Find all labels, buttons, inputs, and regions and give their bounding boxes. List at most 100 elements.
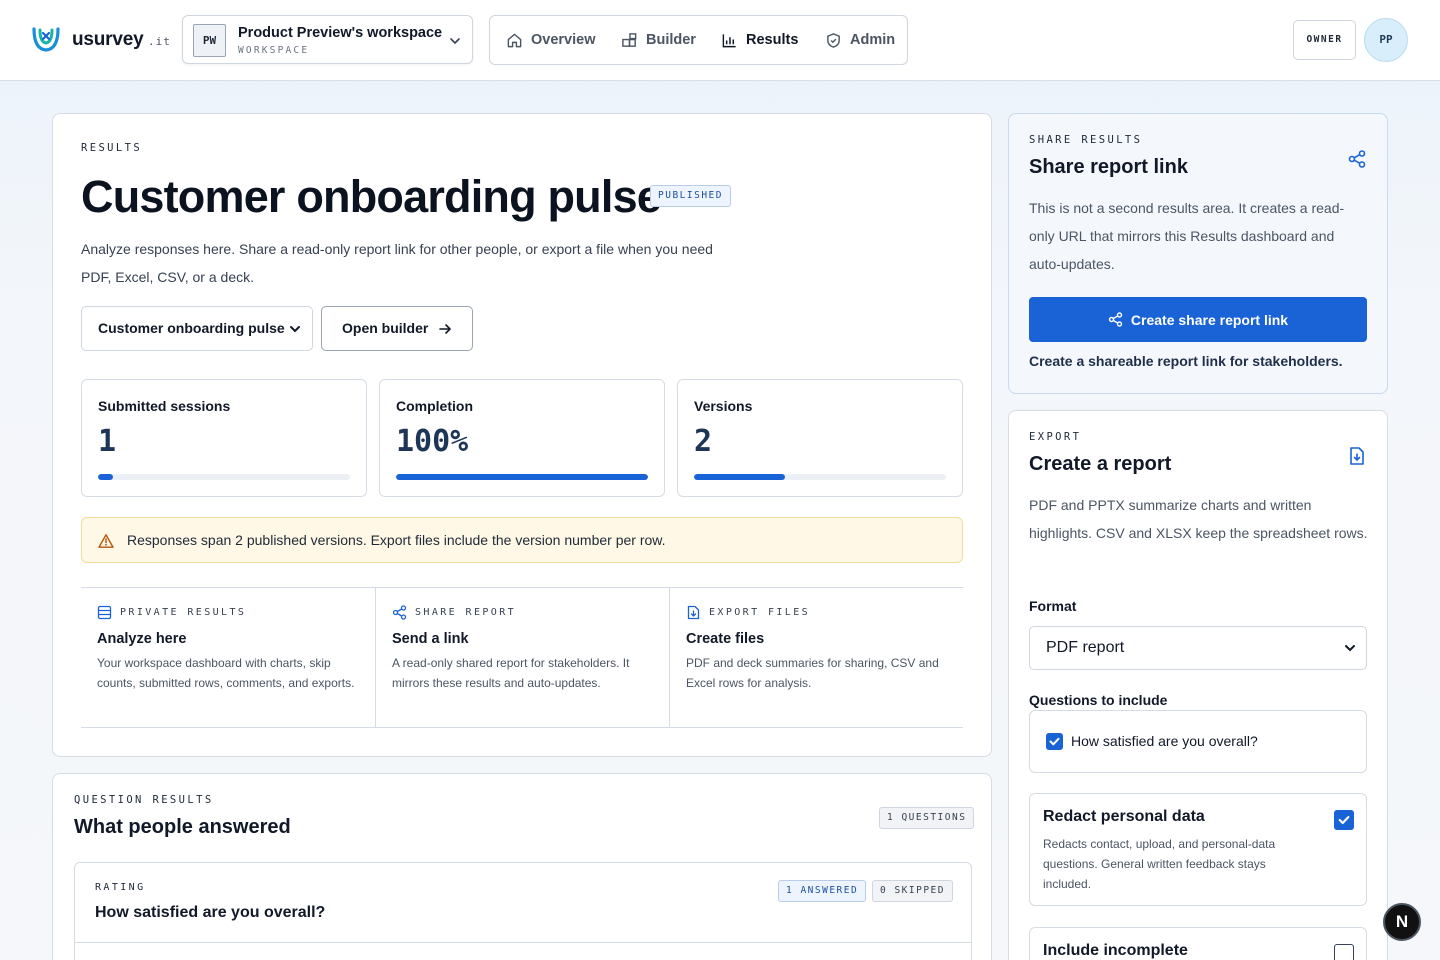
check-icon bbox=[1338, 816, 1350, 825]
guide-desc: Your workspace dashboard with charts, sk… bbox=[97, 656, 355, 690]
user-avatar[interactable]: PP bbox=[1364, 18, 1408, 62]
file-download-icon bbox=[687, 605, 700, 620]
open-builder-label: Open builder bbox=[342, 320, 429, 336]
survey-select[interactable]: Customer onboarding pulse bbox=[81, 306, 313, 351]
redact-checkbox[interactable] bbox=[1334, 810, 1354, 830]
workspace-label: WORKSPACE bbox=[238, 45, 310, 56]
redact-title: Redact personal data bbox=[1043, 808, 1205, 825]
dev-tools-badge[interactable]: N bbox=[1383, 903, 1421, 941]
questions-label: Questions to include bbox=[1029, 692, 1168, 708]
guide-export-files: EXPORT FILES Create files PDF and deck s… bbox=[669, 588, 963, 727]
guide-private-results: PRIVATE RESULTS Analyze here Your worksp… bbox=[81, 588, 375, 727]
format-select-value: PDF report bbox=[1046, 639, 1125, 656]
guide-desc: A read-only shared report for stakeholde… bbox=[392, 656, 630, 690]
guide-eyebrow-text: SHARE REPORT bbox=[415, 607, 517, 618]
shield-icon bbox=[827, 32, 840, 48]
questions-list: How satisfied are you overall? bbox=[1029, 710, 1367, 773]
brand-name[interactable]: usurvey bbox=[72, 29, 144, 51]
export-eyebrow: EXPORT bbox=[1029, 431, 1082, 443]
results-card: RESULTS Customer onboarding pulse PUBLIS… bbox=[52, 113, 992, 757]
survey-select-value: Customer onboarding pulse bbox=[98, 320, 285, 336]
create-share-link-label: Create share report link bbox=[1130, 311, 1289, 328]
check-icon bbox=[1049, 737, 1060, 746]
format-select[interactable]: PDF report bbox=[1029, 626, 1367, 670]
incomplete-title: Include incomplete bbox=[1043, 942, 1188, 959]
incomplete-checkbox[interactable] bbox=[1334, 944, 1354, 960]
brand-tld: .it bbox=[148, 35, 171, 48]
workspace-switcher[interactable]: PW Product Preview's workspace WORKSPACE bbox=[182, 15, 473, 64]
redact-desc: Redacts contact, upload, and personal-da… bbox=[1043, 837, 1276, 891]
question-title: How satisfied are you overall? bbox=[95, 904, 326, 921]
stat-value: 100% bbox=[396, 424, 469, 459]
question-checkbox[interactable] bbox=[1046, 733, 1063, 750]
warning-text: Responses span 2 published versions. Exp… bbox=[127, 532, 666, 548]
guide-eyebrow: PRIVATE RESULTS bbox=[97, 605, 246, 620]
results-description: Analyze responses here. Share a read-onl… bbox=[81, 241, 713, 285]
question-results-card: QUESTION RESULTS What people answered 1 … bbox=[52, 773, 992, 960]
guide-title: Create files bbox=[686, 631, 765, 647]
main-nav: Overview Builder Results Admin bbox=[489, 15, 908, 65]
page-title: Customer onboarding pulse bbox=[81, 171, 662, 222]
workspace-name: Product Preview's workspace bbox=[238, 25, 443, 41]
stat-card-versions: Versions 2 bbox=[677, 379, 963, 497]
nav-builder-label: Builder bbox=[646, 32, 696, 48]
export-description: PDF and PPTX summarize charts and writte… bbox=[1029, 497, 1368, 541]
stat-card-sessions: Submitted sessions 1 bbox=[81, 379, 367, 497]
workspace-initials: PW bbox=[193, 24, 226, 57]
question-results-title: What people answered bbox=[74, 816, 291, 838]
stat-progress-track bbox=[98, 474, 350, 480]
export-title: Create a report bbox=[1029, 453, 1172, 475]
nav-overview-label: Overview bbox=[531, 32, 596, 48]
bar-chart-icon bbox=[722, 33, 736, 47]
stat-progress-track bbox=[396, 474, 648, 480]
stat-value: 1 bbox=[98, 424, 117, 459]
divider bbox=[75, 942, 971, 943]
open-builder-button[interactable]: Open builder bbox=[321, 306, 473, 351]
stat-label: Submitted sessions bbox=[98, 398, 231, 414]
question-option-label: How satisfied are you overall? bbox=[1071, 733, 1258, 749]
format-label: Format bbox=[1029, 598, 1077, 614]
answered-badge: 1 ANSWERED bbox=[778, 880, 867, 902]
export-card: EXPORT Create a report PDF and PPTX summ… bbox=[1008, 410, 1388, 960]
blocks-icon bbox=[622, 32, 637, 47]
incomplete-option: Include incomplete bbox=[1029, 927, 1367, 960]
chevron-down-icon bbox=[1345, 645, 1355, 652]
share-icon bbox=[1108, 312, 1123, 327]
stat-value: 2 bbox=[694, 424, 713, 459]
share-eyebrow: SHARE RESULTS bbox=[1029, 134, 1143, 146]
usurvey-logo-icon[interactable] bbox=[31, 24, 61, 54]
guide-eyebrow: SHARE REPORT bbox=[392, 605, 516, 620]
share-description: This is not a second results area. It cr… bbox=[1029, 200, 1345, 272]
role-badge: OWNER bbox=[1293, 20, 1356, 60]
nav-overview[interactable]: Overview bbox=[506, 16, 596, 64]
guide-eyebrow: EXPORT FILES bbox=[686, 605, 810, 620]
create-share-link-button[interactable]: Create share report link bbox=[1029, 297, 1367, 342]
version-warning: Responses span 2 published versions. Exp… bbox=[81, 517, 963, 563]
guide-share-report: SHARE REPORT Send a link A read-only sha… bbox=[375, 588, 669, 727]
file-download-icon bbox=[1350, 447, 1364, 465]
stat-label: Completion bbox=[396, 398, 473, 414]
redact-option: Redact personal data Redacts contact, up… bbox=[1029, 793, 1367, 906]
share-icon[interactable] bbox=[1347, 149, 1367, 169]
status-badge: PUBLISHED bbox=[650, 185, 731, 207]
question-results-eyebrow: QUESTION RESULTS bbox=[74, 794, 214, 806]
stat-progress-fill bbox=[98, 474, 114, 480]
share-icon bbox=[392, 605, 407, 620]
home-icon bbox=[507, 33, 522, 47]
nav-results[interactable]: Results bbox=[721, 16, 798, 64]
results-eyebrow: RESULTS bbox=[81, 142, 143, 154]
nav-admin[interactable]: Admin bbox=[825, 16, 895, 64]
guide-eyebrow-text: EXPORT FILES bbox=[709, 607, 811, 618]
table-icon bbox=[97, 605, 112, 620]
share-note: Create a shareable report link for stake… bbox=[1029, 353, 1343, 369]
nav-results-label: Results bbox=[746, 32, 799, 48]
guide-eyebrow-text: PRIVATE RESULTS bbox=[120, 607, 247, 618]
guide-title: Analyze here bbox=[97, 631, 187, 647]
stat-progress-track bbox=[694, 474, 946, 480]
nav-admin-label: Admin bbox=[850, 32, 896, 48]
stat-progress-fill bbox=[694, 474, 785, 480]
warning-icon bbox=[98, 534, 114, 548]
nav-builder[interactable]: Builder bbox=[621, 16, 696, 64]
stat-progress-fill bbox=[396, 474, 648, 480]
guide-desc: PDF and deck summaries for sharing, CSV … bbox=[686, 656, 939, 690]
